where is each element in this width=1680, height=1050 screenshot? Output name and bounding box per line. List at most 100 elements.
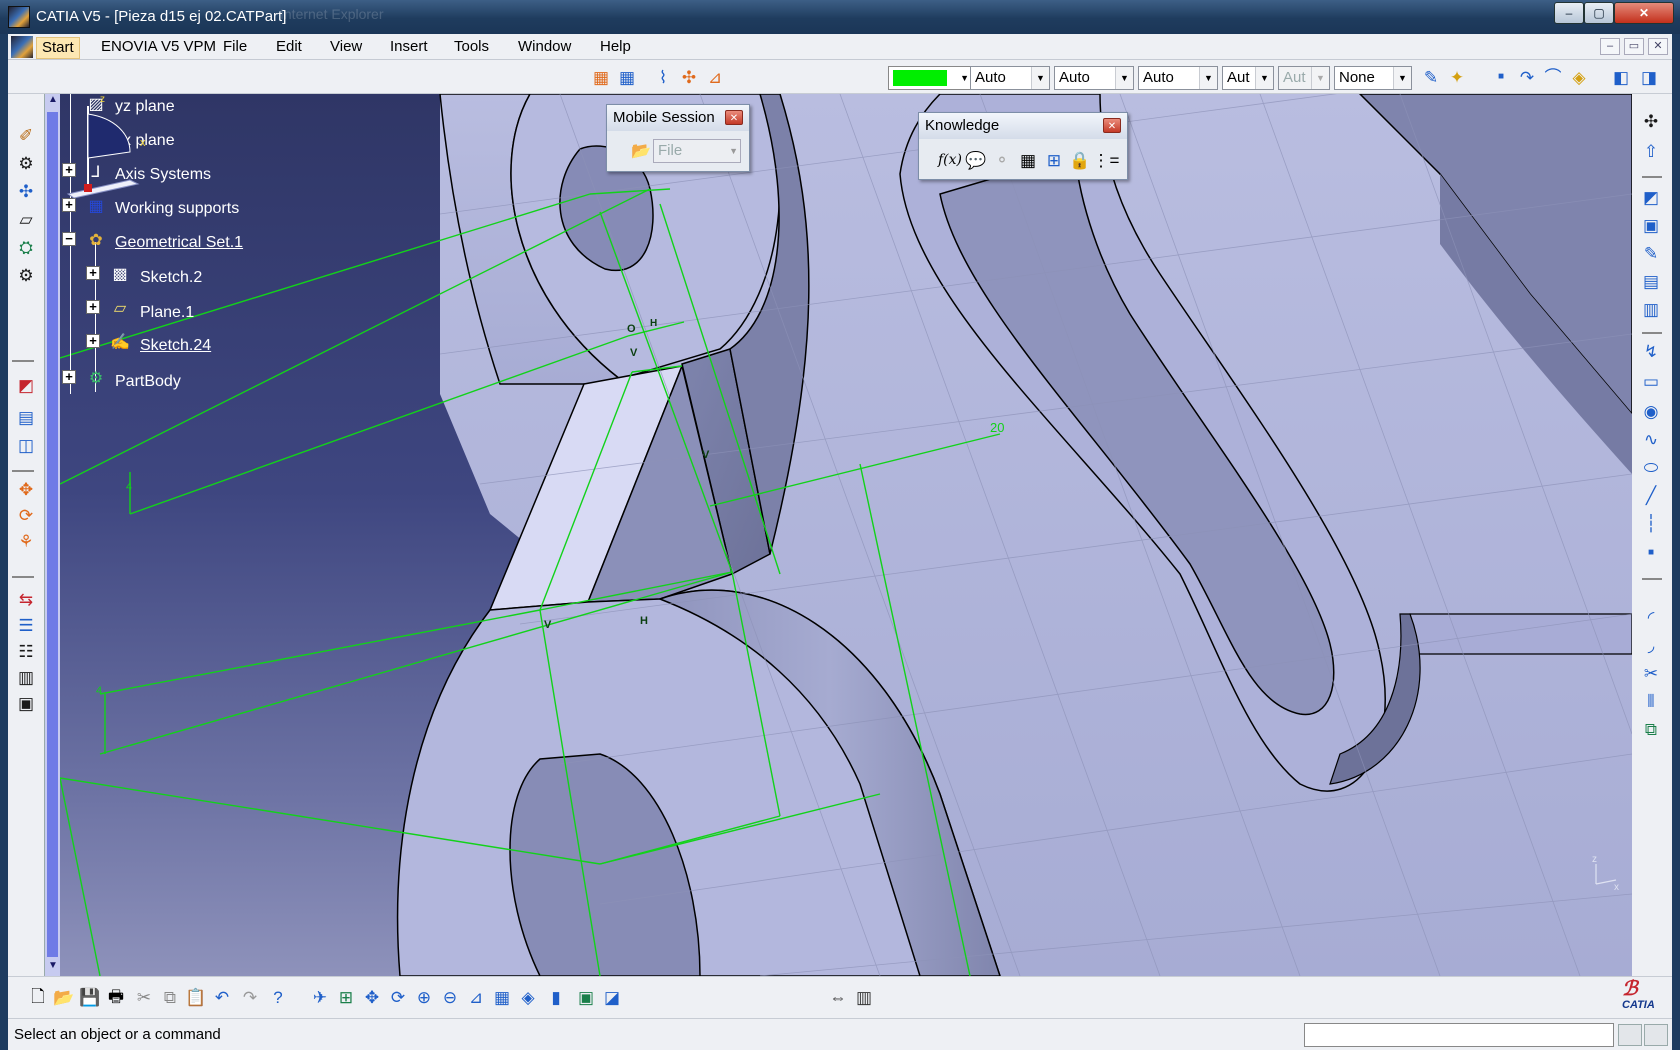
- doc-restore-button[interactable]: ▭: [1624, 38, 1644, 55]
- painter-icon[interactable]: ✎: [1420, 66, 1442, 88]
- cut-icon[interactable]: ✂: [132, 986, 156, 1010]
- point-icon[interactable]: ■: [1490, 66, 1512, 88]
- scroll-up-icon[interactable]: ▲: [46, 94, 60, 110]
- copy-icon[interactable]: ⧉: [158, 986, 182, 1010]
- menu-file[interactable]: File: [218, 37, 252, 59]
- transform-tool-icon[interactable]: ▤: [1639, 270, 1663, 294]
- measure-icon[interactable]: ⇆: [14, 588, 38, 612]
- catia-app-icon[interactable]: [8, 6, 30, 28]
- rectangle-icon[interactable]: ▭: [1639, 370, 1663, 394]
- grid-icon[interactable]: ▦: [590, 66, 612, 88]
- expand-icon[interactable]: +: [86, 266, 100, 280]
- plane-tool-icon[interactable]: ▱: [14, 208, 38, 232]
- exit-sketch-icon[interactable]: ⇧: [1639, 140, 1663, 164]
- dimensional-constraints-icon[interactable]: ⊿: [704, 66, 726, 88]
- circle-icon[interactable]: ◉: [1639, 400, 1663, 424]
- 3d-viewport[interactable]: 20 V V V H H O 4 4 z x ▨ yz plane ▨ zx p…: [60, 94, 1632, 976]
- iso-view-icon[interactable]: ◈: [516, 986, 540, 1010]
- lock-icon[interactable]: 🔒: [1069, 149, 1091, 171]
- menu-insert[interactable]: Insert: [385, 37, 433, 59]
- cube-view-icon[interactable]: ◫: [14, 434, 38, 458]
- sketch-analysis-icon[interactable]: ▥: [852, 986, 876, 1010]
- zoom-out-icon[interactable]: ⊖: [438, 986, 462, 1010]
- profile-icon[interactable]: ▣: [1639, 214, 1663, 238]
- thickness-combo[interactable]: Auto ▼: [1138, 66, 1218, 90]
- edit-icon[interactable]: ✎: [1639, 242, 1663, 266]
- list-icon[interactable]: ☷: [14, 640, 38, 664]
- open-icon[interactable]: 📂: [52, 986, 76, 1010]
- rotate-icon[interactable]: ⟳: [14, 504, 38, 528]
- fly-mode-icon[interactable]: ✈: [308, 986, 332, 1010]
- table-icon[interactable]: ▦: [1017, 149, 1039, 171]
- collapse-icon[interactable]: −: [62, 232, 76, 246]
- menu-window[interactable]: Window: [513, 37, 576, 59]
- status-button[interactable]: [1618, 1024, 1642, 1046]
- layer-combo[interactable]: None ▼: [1334, 66, 1412, 90]
- tree-scrollbar[interactable]: ▲ ▼: [44, 94, 60, 976]
- color-combo[interactable]: ▼: [888, 66, 972, 90]
- status-button[interactable]: [1644, 1024, 1668, 1046]
- project-icon[interactable]: ▥: [1639, 298, 1663, 322]
- scrollbar-thumb[interactable]: [47, 112, 58, 957]
- construction-icon[interactable]: ⌇: [652, 66, 674, 88]
- open-folder-icon[interactable]: 📂: [631, 141, 651, 161]
- expand-icon[interactable]: +: [86, 334, 100, 348]
- rules-icon[interactable]: ⋮=: [1093, 149, 1120, 171]
- tree-item-geometrical-set[interactable]: Geometrical Set.1: [115, 234, 243, 252]
- maximize-button[interactable]: ▢: [1584, 2, 1614, 24]
- graphic-properties-icon[interactable]: ✦: [1446, 66, 1468, 88]
- sketch-icon[interactable]: ✍: [106, 330, 134, 354]
- symmetry-icon[interactable]: ⚘: [14, 530, 38, 554]
- exit-workbench-icon[interactable]: ✣: [1639, 110, 1663, 134]
- dimension-label[interactable]: 20: [990, 420, 1004, 435]
- tree-item-plane-1[interactable]: Plane.1: [140, 304, 194, 322]
- tree-item-sketch-24[interactable]: Sketch.24: [140, 337, 211, 355]
- sketcher-icon[interactable]: ✐: [14, 124, 38, 148]
- table-icon[interactable]: ▥: [14, 666, 38, 690]
- shading-icon[interactable]: ▮: [544, 986, 568, 1010]
- tree-structure-icon[interactable]: ⊞: [1043, 149, 1065, 171]
- spline-icon[interactable]: ↯: [1639, 340, 1663, 364]
- geometrical-set-icon[interactable]: ✿: [82, 228, 110, 252]
- wireframe-icon[interactable]: ⛭: [14, 236, 38, 260]
- ellipse-icon[interactable]: ⬭: [1639, 456, 1663, 480]
- part-body-icon[interactable]: ⚙: [82, 366, 110, 390]
- menu-tools[interactable]: Tools: [449, 37, 494, 59]
- snap-grid-icon[interactable]: ▦: [616, 66, 638, 88]
- knowledge-toolbar[interactable]: Knowledge ✕ f(x) 💬 ⚬ ▦ ⊞ 🔒 ⋮=: [918, 112, 1128, 180]
- hide-show-view-icon[interactable]: ▣: [574, 986, 598, 1010]
- minimize-button[interactable]: –: [1554, 2, 1584, 24]
- axis-icon[interactable]: ✣: [14, 180, 38, 204]
- gears-icon[interactable]: ⚙: [14, 264, 38, 288]
- formula-icon[interactable]: f(x): [938, 149, 962, 171]
- doc-close-button[interactable]: ✕: [1648, 38, 1668, 55]
- hide-show-icon[interactable]: ◧: [1610, 66, 1632, 88]
- properties-icon[interactable]: ☰: [14, 614, 38, 638]
- tree-item-sketch-2[interactable]: Sketch.2: [140, 269, 202, 287]
- project-3d-icon[interactable]: ⧉: [1639, 718, 1663, 742]
- geometric-constraints-icon[interactable]: ✣: [678, 66, 700, 88]
- rotate-view-icon[interactable]: ⟳: [386, 986, 410, 1010]
- close-button[interactable]: ✕: [1614, 2, 1674, 24]
- menu-view[interactable]: View: [325, 37, 367, 59]
- toolbar-title-bar[interactable]: Mobile Session ✕: [607, 105, 749, 131]
- redo-icon[interactable]: ↷: [238, 986, 262, 1010]
- compass[interactable]: x z: [60, 94, 150, 214]
- swap-visible-icon[interactable]: ◨: [1638, 66, 1660, 88]
- multi-view-icon[interactable]: ▦: [490, 986, 514, 1010]
- expand-icon[interactable]: +: [62, 370, 76, 384]
- catalog-icon[interactable]: ▣: [14, 692, 38, 716]
- surface-icon[interactable]: ⌒: [1542, 66, 1564, 88]
- comment-icon[interactable]: 💬: [965, 149, 987, 171]
- command-input[interactable]: [1304, 1023, 1614, 1047]
- dimension-tool-icon[interactable]: ⇔: [826, 986, 850, 1010]
- point-tool-icon[interactable]: ■: [1639, 540, 1663, 564]
- fit-all-icon[interactable]: ⊞: [334, 986, 358, 1010]
- menu-help[interactable]: Help: [595, 37, 636, 59]
- menu-enovia[interactable]: ENOVIA V5 VPM: [96, 37, 221, 59]
- print-icon[interactable]: 🖶: [104, 986, 128, 1010]
- close-icon[interactable]: ✕: [1103, 118, 1121, 133]
- scroll-down-icon[interactable]: ▼: [46, 960, 60, 976]
- chamfer-icon[interactable]: ◞: [1639, 634, 1663, 658]
- paste-icon[interactable]: 📋: [184, 986, 208, 1010]
